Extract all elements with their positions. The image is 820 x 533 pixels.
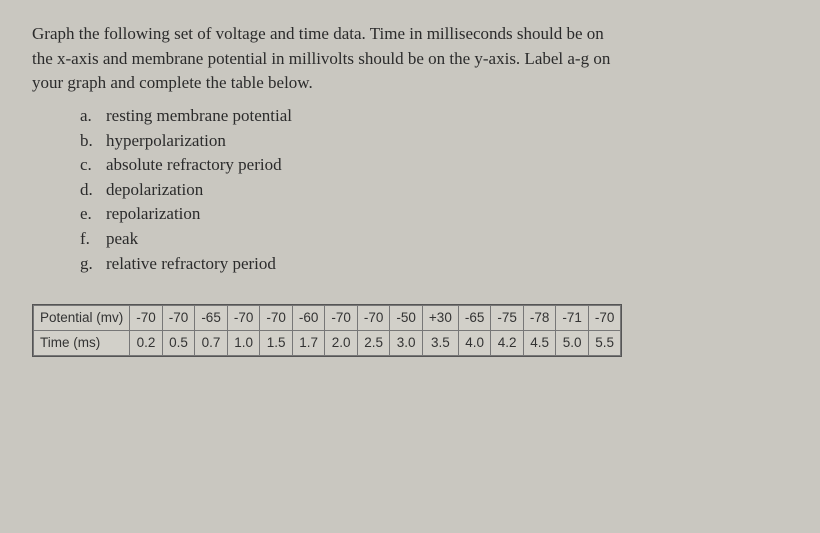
cell-time: 5.5	[588, 330, 621, 355]
cell-time: 2.5	[357, 330, 390, 355]
instruction-line: the x-axis and membrane potential in mil…	[32, 49, 610, 68]
list-marker: d.	[80, 178, 94, 203]
table-row: Potential (mv) -70 -70 -65 -70 -70 -60 -…	[34, 306, 621, 331]
list-item: c. absolute refractory period	[80, 153, 788, 178]
cell-potential: -70	[162, 306, 195, 331]
instruction-line: your graph and complete the table below.	[32, 73, 313, 92]
list-marker: e.	[80, 202, 94, 227]
list-marker: f.	[80, 227, 94, 252]
cell-time: 4.2	[491, 330, 524, 355]
list-item: a. resting membrane potential	[80, 104, 788, 129]
cell-potential: -65	[195, 306, 228, 331]
list-item: d. depolarization	[80, 178, 788, 203]
ordered-list: a. resting membrane potential b. hyperpo…	[80, 104, 788, 276]
cell-potential: +30	[422, 306, 458, 331]
row-header-time: Time (ms)	[34, 330, 130, 355]
instruction-line: Graph the following set of voltage and t…	[32, 24, 604, 43]
cell-potential: -70	[130, 306, 163, 331]
list-text: resting membrane potential	[106, 104, 292, 129]
cell-time: 4.5	[523, 330, 556, 355]
cell-time: 5.0	[556, 330, 589, 355]
cell-time: 4.0	[458, 330, 491, 355]
list-text: repolarization	[106, 202, 200, 227]
cell-potential: -70	[260, 306, 293, 331]
list-marker: g.	[80, 252, 94, 277]
cell-potential: -71	[556, 306, 589, 331]
cell-time: 1.7	[292, 330, 325, 355]
cell-potential: -65	[458, 306, 491, 331]
cell-time: 2.0	[325, 330, 358, 355]
list-marker: c.	[80, 153, 94, 178]
list-text: depolarization	[106, 178, 203, 203]
row-header-potential: Potential (mv)	[34, 306, 130, 331]
list-text: relative refractory period	[106, 252, 276, 277]
cell-time: 0.7	[195, 330, 228, 355]
cell-time: 1.5	[260, 330, 293, 355]
cell-potential: -70	[227, 306, 260, 331]
cell-potential: -70	[588, 306, 621, 331]
list-item: f. peak	[80, 227, 788, 252]
page-content: Graph the following set of voltage and t…	[32, 22, 788, 364]
cell-time: 1.0	[227, 330, 260, 355]
cell-potential: -70	[325, 306, 358, 331]
list-text: hyperpolarization	[106, 129, 226, 154]
cell-potential: -50	[390, 306, 423, 331]
cell-potential: -78	[523, 306, 556, 331]
list-marker: a.	[80, 104, 94, 129]
list-item: e. repolarization	[80, 202, 788, 227]
list-text: peak	[106, 227, 138, 252]
list-marker: b.	[80, 129, 94, 154]
cell-time: 0.5	[162, 330, 195, 355]
data-table: Potential (mv) -70 -70 -65 -70 -70 -60 -…	[33, 305, 621, 355]
list-text: absolute refractory period	[106, 153, 282, 178]
list-item: b. hyperpolarization	[80, 129, 788, 154]
cell-time: 0.2	[130, 330, 163, 355]
cell-potential: -70	[357, 306, 390, 331]
cell-potential: -75	[491, 306, 524, 331]
list-item: g. relative refractory period	[80, 252, 788, 277]
cell-time: 3.0	[390, 330, 423, 355]
cell-potential: -60	[292, 306, 325, 331]
cell-time: 3.5	[422, 330, 458, 355]
data-table-wrap: Potential (mv) -70 -70 -65 -70 -70 -60 -…	[32, 304, 622, 356]
table-row: Time (ms) 0.2 0.5 0.7 1.0 1.5 1.7 2.0 2.…	[34, 330, 621, 355]
instruction-paragraph: Graph the following set of voltage and t…	[32, 22, 788, 96]
